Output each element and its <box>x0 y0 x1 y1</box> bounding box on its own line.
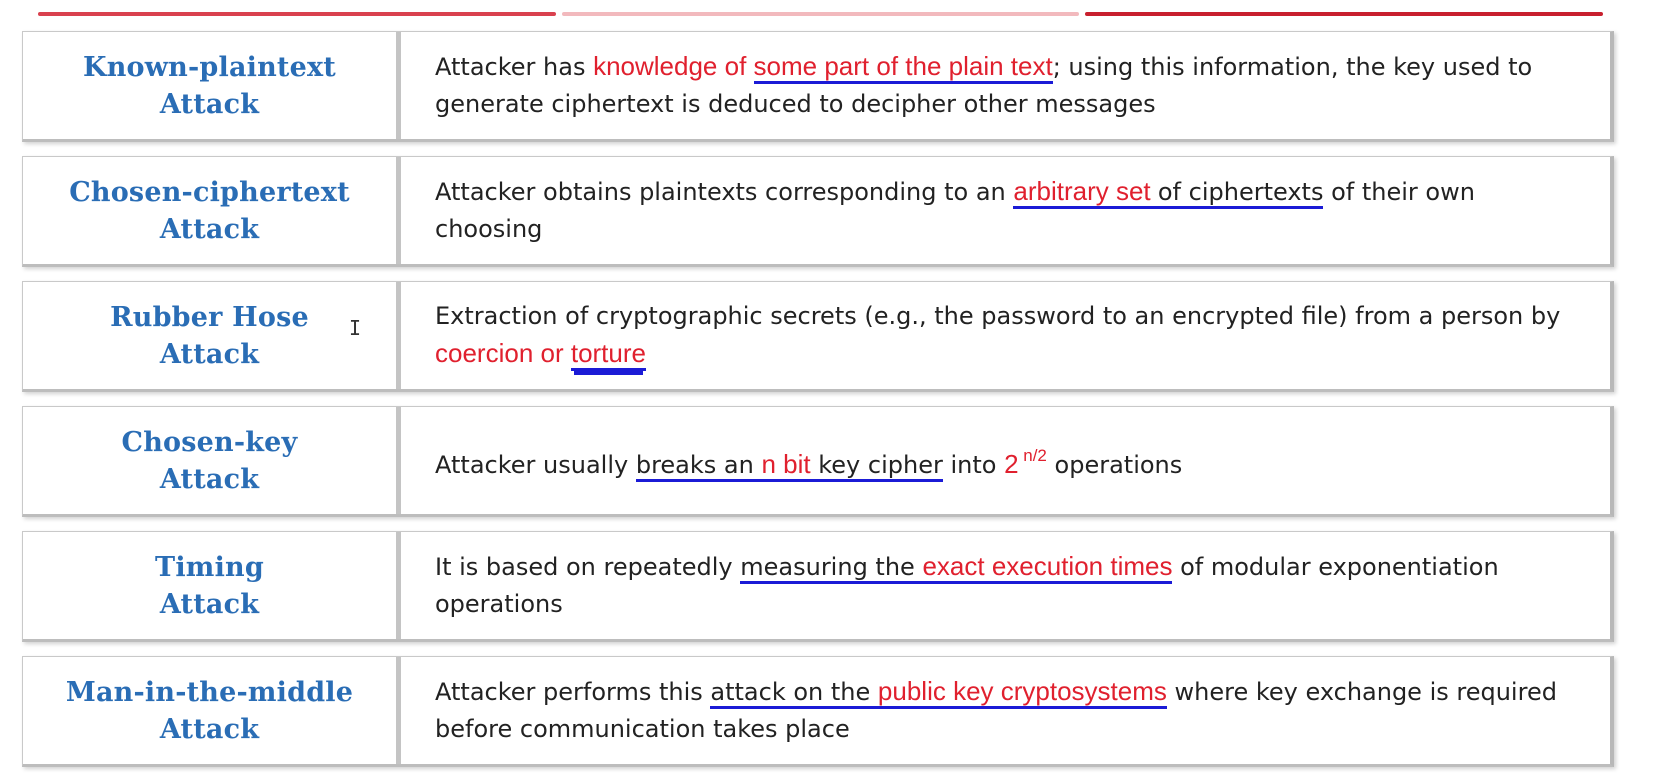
attack-table: Known-plaintext Attack Attacker has know… <box>22 31 1614 767</box>
attack-description: It is based on repeatedly measuring the … <box>435 548 1580 623</box>
attack-description-cell: Extraction of cryptographic secrets (e.g… <box>401 282 1610 389</box>
desc-text: operations <box>1046 451 1183 479</box>
attack-name-line2: Attack <box>159 338 260 370</box>
desc-text: It is based on repeatedly <box>435 553 741 581</box>
desc-highlight: coercion or <box>435 338 571 368</box>
rule-segment <box>38 12 556 16</box>
attack-name-line1: Known-plaintext <box>83 51 336 83</box>
attack-name-cell: Rubber Hose Attack <box>23 282 401 389</box>
rule-segment <box>1085 12 1604 16</box>
attack-name-line1: Chosen-ciphertext <box>69 176 350 208</box>
attack-description: Attacker obtains plaintexts correspondin… <box>435 173 1580 248</box>
desc-underlined: measuring the <box>740 553 923 581</box>
attack-name-cell: Timing Attack <box>23 532 401 639</box>
attack-name-line1: Timing <box>155 551 264 583</box>
attack-name-cell: Chosen-key Attack <box>23 407 401 514</box>
attack-row-timing: Timing Attack It is based on repeatedly … <box>22 531 1614 642</box>
attack-name-cell: Chosen-ciphertext Attack <box>23 157 401 264</box>
desc-highlight-underlined: some part of the plain text <box>753 51 1053 84</box>
attack-row-chosen-ciphertext: Chosen-ciphertext Attack Attacker obtain… <box>22 156 1614 267</box>
slide-page: Known-plaintext Attack Attacker has know… <box>0 0 1656 773</box>
attack-description: Attacker has knowledge of some part of t… <box>435 48 1580 123</box>
top-decorative-rule <box>38 12 1604 16</box>
attack-name-line1: Chosen-key <box>121 426 298 458</box>
attack-name-line2: Attack <box>159 588 260 620</box>
attack-description-cell: Attacker performs this attack on the pub… <box>401 657 1610 764</box>
desc-highlight-double-underlined: torture <box>570 338 646 371</box>
text-cursor-icon: I <box>349 316 362 340</box>
attack-row-man-in-the-middle: Man-in-the-middle Attack Attacker perfor… <box>22 656 1614 767</box>
attack-name-line2: Attack <box>159 713 260 745</box>
attack-description-cell: It is based on repeatedly measuring the … <box>401 532 1610 639</box>
desc-underlined: of ciphertexts <box>1157 178 1324 209</box>
desc-highlight: 2 <box>1004 449 1019 479</box>
desc-underlined-group: breaks an n bit key cipher <box>635 449 943 482</box>
attack-description: Extraction of cryptographic secrets (e.g… <box>435 298 1580 373</box>
attack-name-cell: Known-plaintext Attack <box>23 32 401 139</box>
attack-name: Timing Attack <box>155 549 264 623</box>
desc-highlight-underlined: arbitrary set <box>1013 176 1158 209</box>
desc-underlined: attack on the <box>710 678 878 706</box>
attack-description: Attacker performs this attack on the pub… <box>435 673 1580 748</box>
attack-description-cell: Attacker obtains plaintexts correspondin… <box>401 157 1610 264</box>
desc-superscript: n/2 <box>1018 446 1047 465</box>
desc-highlight: n bit <box>761 449 811 479</box>
desc-underlined: key cipher <box>810 451 943 479</box>
attack-description-cell: Attacker usually breaks an n bit key cip… <box>401 407 1610 514</box>
attack-name-cell: Man-in-the-middle Attack <box>23 657 401 764</box>
attack-description-cell: Attacker has knowledge of some part of t… <box>401 32 1610 139</box>
desc-text: Attacker usually <box>435 451 636 479</box>
attack-description: Attacker usually breaks an n bit key cip… <box>435 437 1182 484</box>
attack-row-rubber-hose: Rubber Hose Attack Extraction of cryptog… <box>22 281 1614 392</box>
attack-row-chosen-key: Chosen-key Attack Attacker usually break… <box>22 406 1614 517</box>
attack-name: Chosen-key Attack <box>122 424 298 498</box>
desc-text: Attacker performs this <box>435 678 711 706</box>
attack-name: Man-in-the-middle Attack <box>66 674 353 748</box>
attack-name: Known-plaintext Attack <box>83 49 336 123</box>
desc-highlight: knowledge of <box>593 51 754 81</box>
attack-name-line2: Attack <box>159 88 260 120</box>
attack-name: Rubber Hose Attack <box>110 299 309 373</box>
attack-name-line2: Attack <box>159 213 260 245</box>
desc-text: Extraction of cryptographic secrets (e.g… <box>435 302 1561 330</box>
attack-name-line1: Man-in-the-middle <box>65 676 354 708</box>
desc-text: Attacker has <box>435 53 594 81</box>
desc-underlined: breaks an <box>635 451 762 479</box>
desc-highlight: exact execution times <box>922 551 1173 581</box>
desc-underlined-group: attack on the public key cryptosystems <box>710 676 1167 709</box>
desc-text: Attacker obtains plaintexts correspondin… <box>435 178 1014 206</box>
desc-highlight: public key cryptosystems <box>877 676 1167 706</box>
rule-segment <box>561 12 1080 16</box>
desc-text: into <box>942 451 1005 479</box>
attack-name-line2: Attack <box>159 463 260 495</box>
desc-underlined-group: measuring the exact execution times <box>740 551 1173 584</box>
attack-row-known-plaintext: Known-plaintext Attack Attacker has know… <box>22 31 1614 142</box>
attack-name-line1: Rubber Hose <box>110 301 309 333</box>
attack-name: Chosen-ciphertext Attack <box>69 174 350 248</box>
